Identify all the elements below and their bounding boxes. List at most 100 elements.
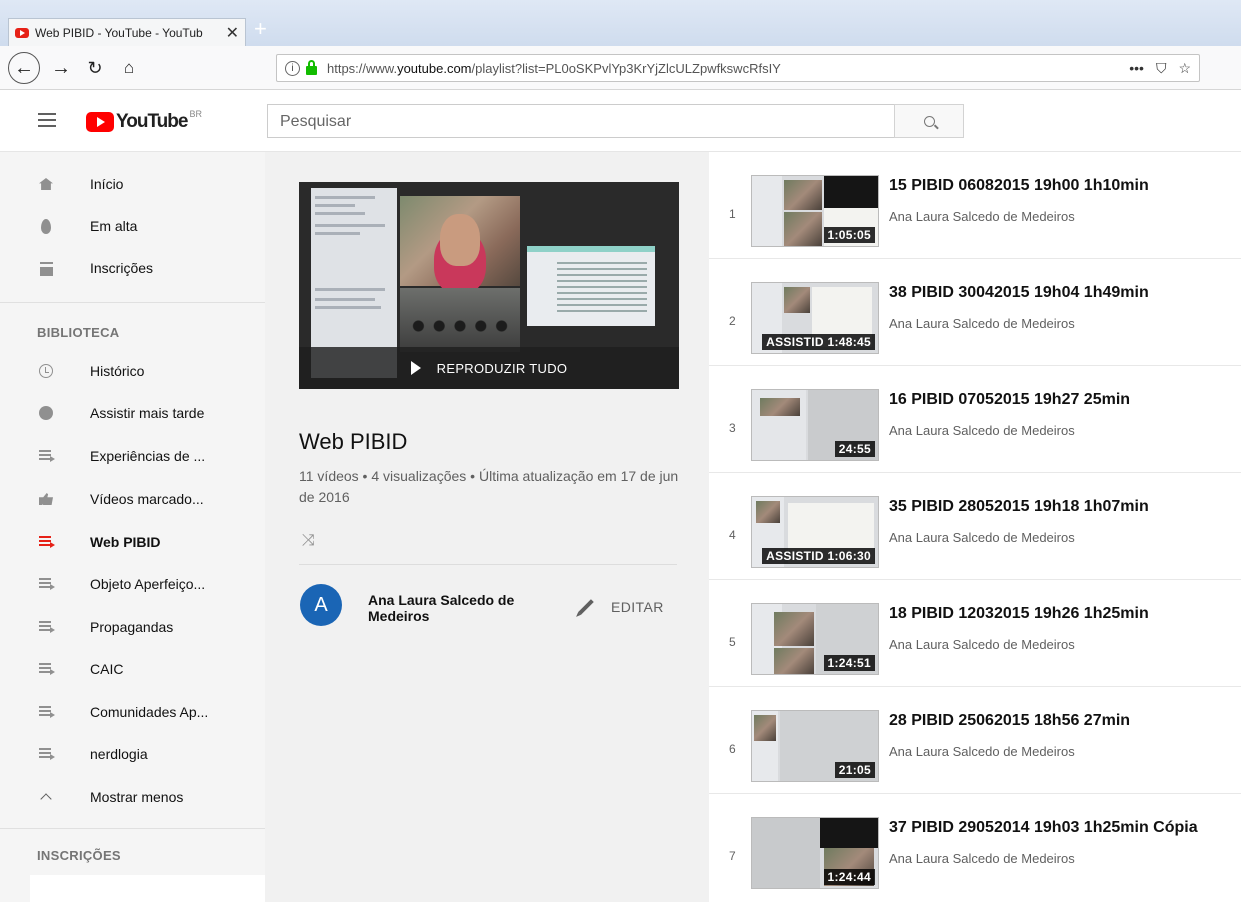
playlist-icon bbox=[38, 448, 55, 464]
video-title[interactable]: 35 PIBID 28052015 19h18 1h07min bbox=[889, 498, 1149, 516]
youtube-masthead: YouTube BR Pesquisar bbox=[0, 90, 1241, 152]
lock-icon[interactable] bbox=[306, 59, 317, 75]
sidebar-item-comunidades[interactable]: Comunidades Ap... bbox=[0, 692, 265, 732]
playlist-title: Web PIBID bbox=[299, 429, 408, 454]
chevron-up-icon bbox=[38, 789, 54, 805]
video-thumbnail[interactable]: 1:05:05 bbox=[751, 175, 879, 247]
library-heading: BIBLIOTECA bbox=[37, 325, 120, 340]
like-icon bbox=[38, 491, 54, 507]
show-less-button[interactable]: Mostrar menos bbox=[0, 777, 265, 817]
home-icon[interactable]: ⌂ bbox=[116, 53, 142, 83]
video-owner[interactable]: Ana Laura Salcedo de Medeiros bbox=[889, 316, 1075, 331]
sidebar-divider bbox=[0, 828, 265, 829]
video-title[interactable]: 15 PIBID 06082015 19h00 1h10min bbox=[889, 177, 1149, 195]
sidebar-item-em-alta[interactable]: Em alta bbox=[0, 206, 265, 246]
video-index: 4 bbox=[729, 528, 736, 542]
video-owner[interactable]: Ana Laura Salcedo de Medeiros bbox=[889, 851, 1075, 866]
video-duration: 1:05:05 bbox=[823, 227, 875, 243]
forward-arrow-icon[interactable]: → bbox=[48, 53, 74, 83]
subscriptions-icon bbox=[38, 260, 54, 276]
video-owner[interactable]: Ana Laura Salcedo de Medeiros bbox=[889, 423, 1075, 438]
video-thumbnail[interactable]: 21:05 bbox=[751, 710, 879, 782]
video-index: 3 bbox=[729, 421, 736, 435]
sidebar-item-nerdlogia[interactable]: nerdlogia bbox=[0, 734, 265, 774]
address-bar[interactable]: i https://www. youtube.com/playlist?list=… bbox=[276, 54, 1200, 82]
sidebar-item-label: Experiências de ... bbox=[90, 448, 206, 464]
video-index: 1 bbox=[729, 207, 736, 221]
sidebar-item-label: Vídeos marcado... bbox=[90, 491, 204, 507]
list-item[interactable]: 5 1:24:51 18 PIBID 12032015 19h26 1h25mi… bbox=[709, 580, 1241, 687]
sidebar-item-inicio[interactable]: Início bbox=[0, 164, 265, 204]
close-tab-icon[interactable]: ✕ bbox=[226, 23, 239, 43]
avatar[interactable]: A bbox=[300, 584, 342, 626]
sidebar-item-label: Comunidades Ap... bbox=[90, 704, 209, 720]
search-button[interactable] bbox=[894, 104, 964, 138]
page-actions-icon[interactable]: ••• bbox=[1129, 60, 1144, 77]
video-owner[interactable]: Ana Laura Salcedo de Medeiros bbox=[889, 744, 1075, 759]
back-arrow-icon[interactable]: ← bbox=[8, 52, 40, 84]
video-thumbnail[interactable]: 1:24:51 bbox=[751, 603, 879, 675]
search-icon bbox=[923, 115, 935, 127]
browser-navbar: ← → ↻ ⌂ i https://www. youtube.com/playli… bbox=[0, 46, 1241, 90]
play-all-button[interactable]: REPRODUZIR TUDO bbox=[299, 347, 679, 389]
sidebar-item-historico[interactable]: Histórico bbox=[0, 351, 265, 391]
video-title[interactable]: 38 PIBID 30042015 19h04 1h49min bbox=[889, 284, 1149, 302]
sidebar-item-experiencias[interactable]: Experiências de ... bbox=[0, 436, 265, 476]
menu-icon[interactable] bbox=[38, 113, 56, 127]
reload-icon[interactable]: ↻ bbox=[82, 53, 108, 83]
sidebar-item-label: Objeto Aperfeiço... bbox=[90, 576, 206, 592]
sidebar: Início Em alta Inscrições BIBLIOTECA His… bbox=[0, 152, 265, 902]
video-duration: 24:55 bbox=[834, 441, 875, 457]
new-tab-button[interactable]: + bbox=[254, 16, 267, 42]
playlist-icon bbox=[38, 534, 55, 550]
thumbnail-webcam bbox=[400, 196, 520, 286]
list-item[interactable]: 6 21:05 28 PIBID 25062015 18h56 27min An… bbox=[709, 687, 1241, 794]
sidebar-item-objeto-aperfeicoamento[interactable]: Objeto Aperfeiço... bbox=[0, 564, 265, 604]
video-owner[interactable]: Ana Laura Salcedo de Medeiros bbox=[889, 637, 1075, 652]
watch-later-icon bbox=[38, 405, 54, 421]
browser-tab[interactable]: Web PIBID - YouTube - YouTub ✕ bbox=[8, 18, 246, 46]
video-title[interactable]: 28 PIBID 25062015 18h56 27min bbox=[889, 712, 1130, 730]
playlist-divider bbox=[299, 564, 677, 565]
play-icon bbox=[410, 361, 421, 375]
video-thumbnail[interactable]: 1:24:44 bbox=[751, 817, 879, 889]
sidebar-item-assistir-mais-tarde[interactable]: Assistir mais tarde bbox=[0, 393, 265, 433]
playlist-icon bbox=[38, 746, 55, 762]
list-item[interactable]: 2 ASSISTID 1:48:45 38 PIBID 30042015 19h… bbox=[709, 259, 1241, 366]
edit-button[interactable]: EDITAR bbox=[577, 599, 664, 615]
search-input[interactable]: Pesquisar bbox=[267, 104, 895, 138]
playlist-owner-name[interactable]: Ana Laura Salcedo de Medeiros bbox=[368, 592, 548, 624]
video-thumbnail[interactable]: ASSISTID 1:06:30 bbox=[751, 496, 879, 568]
thumbnail-document bbox=[527, 246, 655, 326]
video-list: 1 1:05:05 15 PIBID 06082015 19h00 1h10mi… bbox=[709, 152, 1241, 902]
pocket-icon[interactable]: ⛉ bbox=[1156, 60, 1167, 77]
shuffle-icon[interactable]: ⤨ bbox=[302, 532, 318, 549]
bookmark-star-icon[interactable]: ☆ bbox=[1178, 60, 1191, 77]
video-title[interactable]: 16 PIBID 07052015 19h27 25min bbox=[889, 391, 1130, 409]
list-item[interactable]: 1 1:05:05 15 PIBID 06082015 19h00 1h10mi… bbox=[709, 152, 1241, 259]
video-index: 6 bbox=[729, 742, 736, 756]
video-thumbnail[interactable]: ASSISTID 1:48:45 bbox=[751, 282, 879, 354]
sidebar-item-caic[interactable]: CAIC bbox=[0, 649, 265, 689]
edit-label: EDITAR bbox=[611, 599, 664, 615]
list-item[interactable]: 3 24:55 16 PIBID 07052015 19h27 25min An… bbox=[709, 366, 1241, 473]
video-owner[interactable]: Ana Laura Salcedo de Medeiros bbox=[889, 530, 1075, 545]
video-thumbnail[interactable]: 24:55 bbox=[751, 389, 879, 461]
video-title[interactable]: 37 PIBID 29052014 19h03 1h25min Cópia bbox=[889, 819, 1198, 837]
sidebar-divider bbox=[0, 302, 265, 303]
list-item[interactable]: 7 1:24:44 37 PIBID 29052014 19h03 1h25mi… bbox=[709, 794, 1241, 901]
youtube-logo[interactable]: YouTube BR bbox=[86, 109, 202, 133]
sidebar-item-label: CAIC bbox=[90, 661, 124, 677]
play-all-label: REPRODUZIR TUDO bbox=[436, 360, 568, 376]
sidebar-item-web-pibid[interactable]: Web PIBID bbox=[0, 522, 265, 562]
sidebar-item-inscricoes[interactable]: Inscrições bbox=[0, 248, 265, 288]
pencil-icon bbox=[578, 599, 594, 615]
list-item[interactable]: 4 ASSISTID 1:06:30 35 PIBID 28052015 19h… bbox=[709, 473, 1241, 580]
sidebar-item-label: Propagandas bbox=[90, 619, 174, 635]
sidebar-item-propagandas[interactable]: Propagandas bbox=[0, 607, 265, 647]
sidebar-item-videos-marcados[interactable]: Vídeos marcado... bbox=[0, 479, 265, 519]
info-icon[interactable]: i bbox=[285, 60, 300, 76]
video-title[interactable]: 18 PIBID 12032015 19h26 1h25min bbox=[889, 605, 1149, 623]
playlist-thumbnail[interactable]: REPRODUZIR TUDO bbox=[299, 182, 679, 389]
video-owner[interactable]: Ana Laura Salcedo de Medeiros bbox=[889, 209, 1075, 224]
